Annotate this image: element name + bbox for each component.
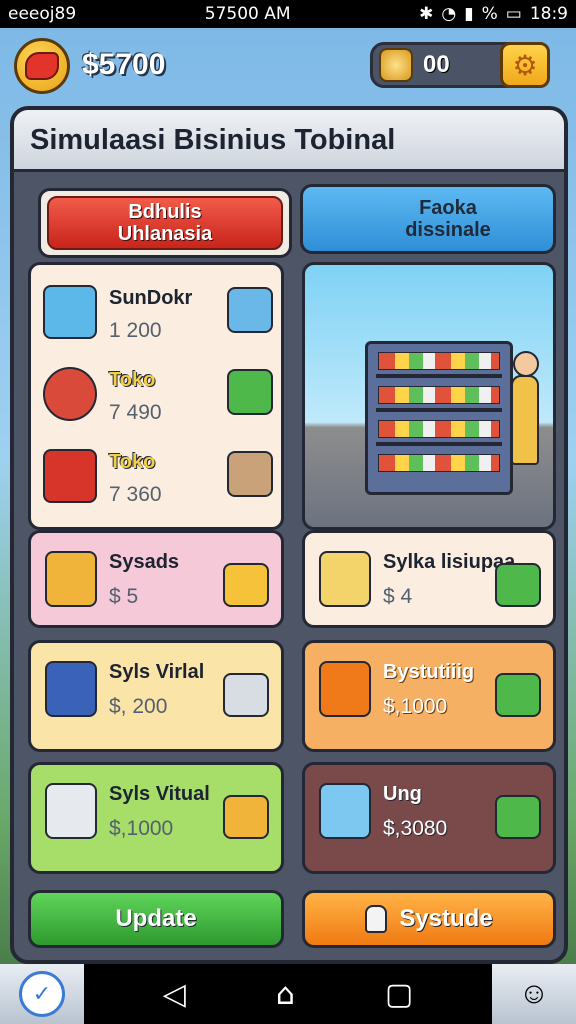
business-card[interactable]: Syls Vitual $,1000 <box>28 762 284 874</box>
list-item-value: 7 490 <box>109 401 162 424</box>
carrier-label: eeeoj89 <box>8 4 77 24</box>
business-panel: Simulaasi Bisinius Tobinal Bdhulis Uhlan… <box>10 106 568 964</box>
list-item-name: Toko <box>109 451 156 473</box>
blue-button-line2: dissinale <box>405 219 491 241</box>
business-card[interactable]: Sylka lisiupaa $ 4 <box>302 530 556 628</box>
settings-gear-icon[interactable]: ⚙ <box>500 42 550 88</box>
worker-app-icon: ☺ <box>518 977 550 1010</box>
green-box-icon <box>495 795 541 839</box>
orange-pot-icon <box>319 661 371 717</box>
green-crate-icon <box>495 673 541 717</box>
blue-box-icon <box>43 285 97 339</box>
card-value: $ 5 <box>109 585 139 608</box>
red-action-button[interactable]: Bdhulis Uhlanasia <box>38 188 292 258</box>
back-icon[interactable]: ◁ <box>163 977 186 1012</box>
coin-bag-icon <box>223 795 269 839</box>
status-bar: eeeoj89 57500 AM ✱ ◔ ▮ % ▭ 18:9 <box>0 0 576 28</box>
card-value: $,1000 <box>383 695 448 718</box>
card-name: Sysads <box>109 551 180 573</box>
update-button-label: Update <box>115 905 197 932</box>
battery-icon: ▭ <box>505 4 522 24</box>
card-value: $,1000 <box>109 817 174 840</box>
green-crate-icon <box>495 563 541 607</box>
card-name: Syls Vitual <box>109 783 210 805</box>
card-name: Syls Virlal <box>109 661 205 683</box>
blue-button-line1: Faoka <box>419 197 477 219</box>
app-shortcut-right[interactable]: ☺ <box>491 964 576 1024</box>
list-item-name: Toko <box>109 369 156 391</box>
briefcase-icon <box>45 551 97 607</box>
wifi-icon: ◔ <box>441 4 457 24</box>
gold-resource-icon <box>379 48 413 82</box>
clock-radio-icon <box>43 367 97 421</box>
shopkeeper-figure <box>511 351 539 465</box>
business-card[interactable]: Syls Virlal $, 200 <box>28 640 284 752</box>
mailbox-icon <box>45 661 97 717</box>
profile-coin-icon[interactable] <box>14 38 70 94</box>
business-card[interactable]: Bystutiiig $,1000 <box>302 640 556 752</box>
bluetooth-icon: ✱ <box>419 4 434 24</box>
business-card[interactable]: Sysads $ 5 <box>28 530 284 628</box>
card-value: $,3080 <box>383 817 448 840</box>
item-list-card: SunDokr 1 200 Toko 7 490 Toko 7 360 <box>28 262 284 530</box>
card-value: $, 200 <box>109 695 168 718</box>
list-item[interactable]: Toko 7 360 <box>43 443 279 515</box>
card-value: $ 4 <box>383 585 413 608</box>
money-counter: $5700 <box>82 48 166 81</box>
cash-icon <box>227 369 273 415</box>
jar-icon <box>365 905 388 933</box>
status-clock: 18:9 <box>529 4 568 24</box>
status-time: 57500 AM <box>204 4 291 24</box>
battery-percent: % <box>481 4 498 24</box>
page-title: Simulaasi Bisinius Tobinal <box>30 124 396 156</box>
card-name: Bystutiiig <box>383 661 475 683</box>
gift-box-icon <box>45 783 97 839</box>
systude-button[interactable]: Systude <box>302 890 556 948</box>
system-nav-bar: ✓ ◁ ⌂ ▢ ☺ <box>0 964 576 1024</box>
list-item[interactable]: Toko 7 490 <box>43 361 279 433</box>
systude-button-label: Systude <box>399 905 493 932</box>
red-machine-icon <box>43 449 97 503</box>
bucket-icon <box>319 551 371 607</box>
signal-icon: ▮ <box>464 4 474 24</box>
recents-icon[interactable]: ▢ <box>385 977 413 1012</box>
clock-app-icon: ✓ <box>19 971 65 1017</box>
app-shortcut-left[interactable]: ✓ <box>0 964 84 1024</box>
blue-action-button[interactable]: Faoka dissinale <box>300 184 556 254</box>
list-item-value: 7 360 <box>109 483 162 506</box>
red-button-line2: Uhlanasia <box>117 223 213 245</box>
card-name: Ung <box>383 783 422 805</box>
status-icons: ✱ ◔ ▮ % ▭ 18:9 <box>419 4 568 24</box>
list-item-name: SunDokr <box>109 287 193 309</box>
store-shelf <box>365 341 513 495</box>
trash-can-icon <box>223 673 269 717</box>
list-item[interactable]: SunDokr 1 200 <box>43 279 279 351</box>
nav-keys: ◁ ⌂ ▢ <box>163 977 413 1012</box>
red-button-line1: Bdhulis <box>128 201 202 223</box>
business-card[interactable]: Ung $,3080 <box>302 762 556 874</box>
update-button[interactable]: Update <box>28 890 284 948</box>
resource-value: 00 <box>423 51 450 78</box>
can-icon <box>227 451 273 497</box>
panel-header: Simulaasi Bisinius Tobinal <box>14 110 564 172</box>
document-icon <box>227 287 273 333</box>
home-icon[interactable]: ⌂ <box>276 977 295 1012</box>
shop-illustration <box>302 262 556 530</box>
top-hud: $5700 00 ⚙ <box>0 28 576 108</box>
gold-stack-icon <box>223 563 269 607</box>
blue-cup-icon <box>319 783 371 839</box>
list-item-value: 1 200 <box>109 319 162 342</box>
